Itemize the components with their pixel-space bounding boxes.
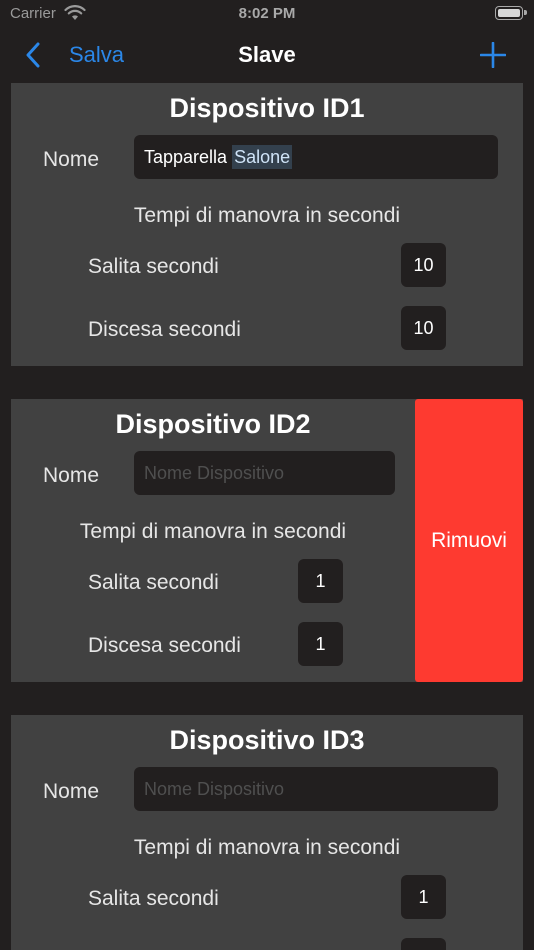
section-title: Tempi di manovra in secondi — [133, 204, 401, 227]
down-time-input[interactable]: 10 — [401, 306, 446, 350]
down-time-label: Discesa secondi — [88, 634, 241, 657]
device-card-id1: Dispositivo ID1 Nome Tapparella Salone T… — [11, 83, 523, 366]
down-time-input[interactable] — [401, 938, 446, 950]
device-title: Dispositivo ID1 — [169, 93, 365, 123]
device-name-input[interactable]: Nome Dispositivo — [134, 767, 498, 811]
up-time-input[interactable]: 1 — [298, 559, 343, 603]
down-time-label: Discesa secondi — [88, 318, 241, 341]
add-icon[interactable] — [480, 42, 506, 68]
navigation-bar: Salva Slave — [0, 30, 534, 80]
remove-button[interactable]: Rimuovi — [415, 399, 523, 682]
name-label: Nome — [43, 780, 100, 803]
section-title: Tempi di manovra in secondi — [79, 520, 347, 543]
device-name-input[interactable]: Tapparella Salone — [134, 135, 498, 179]
device-name-input[interactable]: Nome Dispositivo — [134, 451, 395, 495]
section-title: Tempi di manovra in secondi — [133, 836, 401, 859]
name-label: Nome — [43, 464, 100, 487]
status-bar: Carrier 8:02 PM — [0, 0, 534, 28]
up-time-input[interactable]: 1 — [401, 875, 446, 919]
device-card-id2[interactable]: Dispositivo ID2 Nome Nome Dispositivo Te… — [11, 399, 523, 682]
device-card-id3: Dispositivo ID3 Nome Nome Dispositivo Te… — [11, 715, 523, 950]
up-time-label: Salita secondi — [88, 887, 219, 910]
name-value-text: Tapparella — [144, 147, 228, 167]
device-title: Dispositivo ID3 — [169, 725, 365, 755]
down-time-input[interactable]: 1 — [298, 622, 343, 666]
up-time-input[interactable]: 10 — [401, 243, 446, 287]
name-value-selection: Salone — [232, 145, 293, 169]
clock: 8:02 PM — [238, 5, 296, 22]
up-time-label: Salita secondi — [88, 571, 219, 594]
page-title: Slave — [238, 42, 296, 67]
name-label: Nome — [43, 148, 100, 171]
battery-icon — [495, 6, 527, 20]
device-title: Dispositivo ID2 — [115, 409, 311, 439]
up-time-label: Salita secondi — [88, 255, 219, 278]
